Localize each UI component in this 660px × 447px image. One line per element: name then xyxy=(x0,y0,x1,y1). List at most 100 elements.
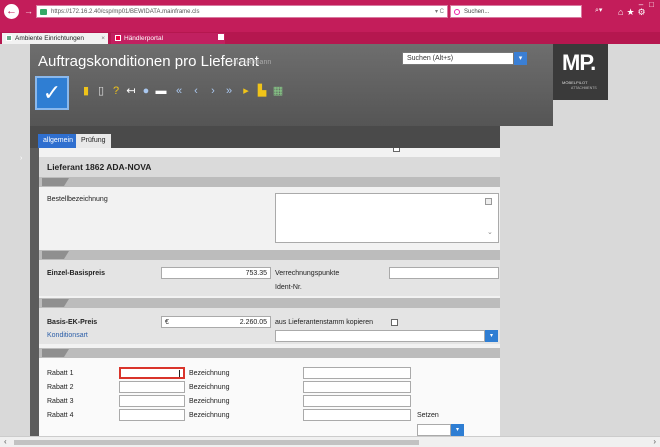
section-divider xyxy=(39,250,500,260)
bezeichnung-2-input[interactable] xyxy=(303,381,411,393)
page-icon xyxy=(115,35,121,41)
maximize-icon[interactable]: □ xyxy=(649,0,654,9)
browser-tab-strip: Ambiente Einrichtungen × Händlerportal xyxy=(0,32,660,44)
basis-ek-value: 2.260.05 xyxy=(239,319,267,326)
print-icon[interactable]: ▬ xyxy=(155,84,167,98)
section-collapse-toggle[interactable] xyxy=(42,349,69,357)
scroll-thumb[interactable] xyxy=(14,440,419,445)
app-search-input[interactable]: Suchen (Alt+s) xyxy=(402,52,514,65)
ident-nr-label: Ident-Nr. xyxy=(275,284,302,291)
rabatt-3-input[interactable] xyxy=(119,395,185,407)
browser-titlebar: ← → https://172.16.2.40/csp/mp01/BEWIDAT… xyxy=(0,0,660,32)
verrechnungspunkte-input[interactable] xyxy=(389,267,499,279)
scroll-left-icon[interactable]: ‹ xyxy=(4,437,7,446)
rabatt-2-input[interactable] xyxy=(119,381,185,393)
expand-side-icon[interactable]: › xyxy=(20,155,22,162)
bezeichnung-1-input[interactable] xyxy=(303,367,411,379)
star-icon[interactable]: ★ xyxy=(626,7,637,17)
verrechnungspunkte-label: Verrechnungspunkte xyxy=(275,270,340,277)
search-icon xyxy=(454,9,460,15)
section-divider xyxy=(39,177,500,187)
address-bar[interactable]: https://172.16.2.40/csp/mp01/BEWIDATA.ma… xyxy=(36,5,448,18)
confirm-check-button[interactable]: ✓ xyxy=(35,76,69,110)
bestellbezeichnung-label: Bestellbezeichnung xyxy=(47,196,108,203)
browser-search-input[interactable]: Suchen... xyxy=(450,5,582,18)
address-url: https://172.16.2.40/csp/mp01/BEWIDATA.ma… xyxy=(51,9,200,15)
section-collapse-toggle[interactable] xyxy=(42,178,69,186)
section-collapse-toggle[interactable] xyxy=(42,251,69,259)
rabatt-3-label: Rabatt 3 xyxy=(47,398,74,405)
bezeichnung-2-label: Bezeichnung xyxy=(189,384,230,391)
page-icon xyxy=(6,35,12,41)
rabatt-1-input[interactable] xyxy=(119,367,185,379)
bezeichnung-3-input[interactable] xyxy=(303,395,411,407)
text-cursor xyxy=(179,370,180,377)
einzel-basispreis-label: Einzel-Basispreis xyxy=(47,270,105,277)
logo: MP. MÖBELPILOT ATTACHMENTS xyxy=(553,44,608,100)
browser-toolbar-icons: ⌂★⚙ xyxy=(618,7,649,18)
pin-icon[interactable]: ▸ xyxy=(240,84,252,98)
rabatt-1-label: Rabatt 1 xyxy=(47,370,74,377)
gear-icon[interactable]: ⚙ xyxy=(638,7,649,17)
rabatt-4-input[interactable] xyxy=(119,409,185,421)
horizontal-scrollbar[interactable]: ‹ › xyxy=(0,436,660,447)
forward-button[interactable]: → xyxy=(24,6,33,16)
trash-icon[interactable]: ▯ xyxy=(95,84,107,98)
first-record-icon[interactable]: « xyxy=(173,84,185,98)
back-button[interactable]: ← xyxy=(4,4,19,19)
page-title: Auftragskonditionen pro Lieferant xyxy=(38,53,259,70)
lieferant-title: Lieferant 1862 ADA-NOVA xyxy=(47,162,152,172)
setzen-select[interactable] xyxy=(417,424,451,436)
refresh-icon[interactable]: ▾ C xyxy=(435,6,444,18)
setzen-label: Setzen xyxy=(417,412,439,419)
bestellbezeichnung-textarea[interactable] xyxy=(275,193,499,243)
basis-ek-label: Basis-EK-Preis xyxy=(47,319,98,326)
konditionsart-select[interactable] xyxy=(275,330,485,342)
previous-record-icon[interactable]: ‹ xyxy=(190,84,202,98)
side-panel-strip xyxy=(30,148,39,436)
konditionsart-link[interactable]: Konditionsart xyxy=(47,332,88,339)
tab-pruefung[interactable]: Prüfung xyxy=(76,134,111,148)
scroll-right-icon[interactable]: › xyxy=(653,437,656,446)
app-header: Auftragskonditionen pro Lieferant Uli Fl… xyxy=(30,44,553,126)
export-icon[interactable]: ▙ xyxy=(256,84,268,98)
back-arrow-icon[interactable]: ↤ xyxy=(125,84,137,98)
last-record-icon[interactable]: » xyxy=(223,84,235,98)
section-divider xyxy=(39,348,500,358)
browser-tab-haendlerportal[interactable]: Händlerportal xyxy=(111,33,225,44)
currency-symbol: € xyxy=(165,319,169,326)
browser-tab-label: Ambiente Einrichtungen xyxy=(15,35,85,42)
left-margin xyxy=(0,126,30,436)
setzen-dropdown-button[interactable]: ▾ xyxy=(451,424,464,436)
bookmark-icon[interactable]: ▮ xyxy=(80,84,92,98)
help-icon[interactable]: ? xyxy=(110,84,122,98)
note-icon[interactable] xyxy=(485,198,492,205)
tab-allgemein[interactable]: allgemein xyxy=(38,134,78,148)
app-search-dropdown-button[interactable]: ▾ xyxy=(514,52,527,65)
browser-tab-ambiente[interactable]: Ambiente Einrichtungen × xyxy=(2,33,108,44)
page-tab-bar: allgemein Prüfung xyxy=(30,126,500,148)
rabatt-2-label: Rabatt 2 xyxy=(47,384,74,391)
bezeichnung-4-input[interactable] xyxy=(303,409,411,421)
top-checkbox[interactable] xyxy=(393,148,400,152)
right-empty-area xyxy=(500,126,660,436)
basis-ek-input[interactable]: € 2.260.05 xyxy=(161,316,271,328)
bezeichnung-1-label: Bezeichnung xyxy=(189,370,230,377)
scroll-down-icon[interactable]: ⌄ xyxy=(487,228,493,236)
close-icon[interactable]: × xyxy=(101,33,105,44)
kopieren-label: aus Lieferantenstamm kopieren xyxy=(275,319,374,326)
next-record-icon[interactable]: › xyxy=(207,84,219,98)
kopieren-checkbox[interactable] xyxy=(391,319,398,326)
einzel-basispreis-input[interactable]: 753.35 xyxy=(161,267,271,279)
new-tab-button[interactable] xyxy=(218,34,224,40)
section-divider xyxy=(39,298,500,308)
search-dropdown-icon[interactable]: ⌕▾ xyxy=(595,6,602,15)
lock-icon xyxy=(40,9,47,15)
bezeichnung-3-label: Bezeichnung xyxy=(189,398,230,405)
search-tool-icon[interactable]: ● xyxy=(140,84,152,98)
section-collapse-toggle[interactable] xyxy=(42,299,69,307)
rabatt-4-label: Rabatt 4 xyxy=(47,412,74,419)
table-icon[interactable]: ▦ xyxy=(272,84,284,98)
konditionsart-dropdown-button[interactable]: ▾ xyxy=(485,330,498,342)
lieferant-header: Lieferant 1862 ADA-NOVA xyxy=(39,157,500,177)
